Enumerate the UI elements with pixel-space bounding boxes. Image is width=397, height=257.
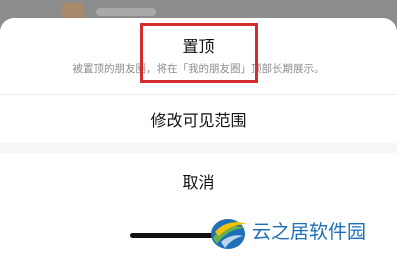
watermark: 云之居软件园 [207, 214, 395, 252]
divider [0, 94, 397, 95]
background-avatar [62, 3, 84, 19]
highlight-annotation-box [140, 23, 258, 83]
section-gap [0, 143, 397, 153]
watermark-text: 云之居软件园 [252, 221, 367, 243]
edit-visibility-option[interactable]: 修改可见范围 [0, 110, 397, 132]
watermark-logo-icon [211, 219, 247, 249]
cancel-button[interactable]: 取消 [0, 172, 397, 194]
background-username [96, 8, 156, 16]
